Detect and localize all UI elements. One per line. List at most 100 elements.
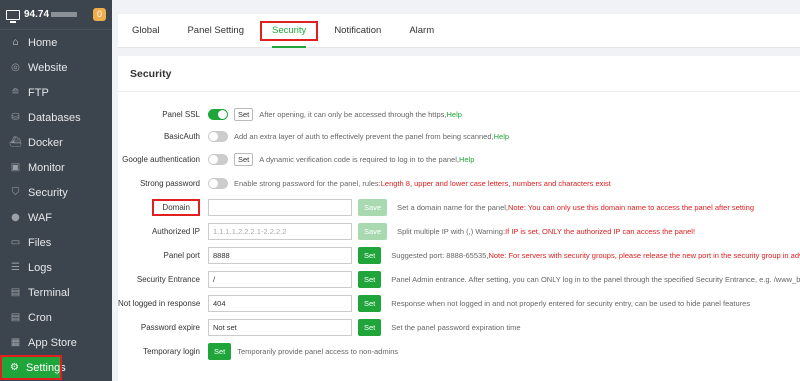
authorized-ip-label: Authorized IP xyxy=(151,226,200,236)
monitor-chart-icon: ▣ xyxy=(10,162,21,173)
logs-icon: ☰ xyxy=(11,262,20,273)
sidebar-item-monitor[interactable]: ▣ Monitor xyxy=(0,155,112,180)
sidebar-item-waf[interactable]: ● WAF xyxy=(0,205,112,230)
sidebar-item-label: Cron xyxy=(28,311,52,324)
not-logged-response-set-button[interactable]: Set xyxy=(358,294,382,312)
sidebar-item-label: Monitor xyxy=(28,161,65,174)
sidebar-item-label: App Store xyxy=(28,336,77,349)
temporary-login-desc: Temporarily provide panel access to non-… xyxy=(237,346,399,356)
google-auth-help-link[interactable]: Help xyxy=(459,155,474,164)
google-auth-toggle[interactable] xyxy=(208,153,228,165)
security-entrance-desc: Panel Admin entrance. After setting, you… xyxy=(391,274,800,284)
tab-alarm[interactable]: Alarm xyxy=(395,14,448,48)
domain-label: Domain xyxy=(118,198,208,216)
basic-auth-desc: Add an extra layer of auth to effectivel… xyxy=(234,131,494,141)
gear-icon: ⚙ xyxy=(10,362,19,373)
sidebar-item-label: Logs xyxy=(28,261,52,274)
panel-ssl-toggle[interactable] xyxy=(208,108,228,120)
password-expire-desc: Set the panel password expiration time xyxy=(391,322,521,332)
sidebar-item-logs[interactable]: ☰ Logs xyxy=(0,255,112,280)
folder-icon: ▭ xyxy=(10,237,21,248)
panel-port-set-button[interactable]: Set xyxy=(358,246,382,264)
password-expire-input[interactable]: Not set xyxy=(208,318,352,336)
grid-icon: ▦ xyxy=(10,337,21,348)
authorized-ip-save-button[interactable]: Save xyxy=(358,222,388,240)
authorized-ip-row: Authorized IP 1.1.1.1,2.2.2.1-2.2.2.2 Sa… xyxy=(118,221,800,241)
panel-port-note: Note: For servers with security groups, … xyxy=(488,250,800,260)
google-auth-set-button[interactable]: Set xyxy=(234,152,254,166)
domain-note: Note: You can only use this domain name … xyxy=(508,202,755,212)
sidebar-item-app-store[interactable]: ▦ App Store xyxy=(0,330,112,355)
strong-password-label: Strong password xyxy=(139,178,200,188)
not-logged-response-row: Not logged in response 404 Set Response … xyxy=(118,293,800,313)
sidebar: 94.74 0 ⌂ Home ◎ Website ≘ FTP ⛁ Databases ⛴… xyxy=(0,0,112,381)
settings-tabs: Global Panel Setting Security Notificati… xyxy=(118,14,800,48)
globe-icon: ◎ xyxy=(11,62,20,73)
tab-security[interactable]: Security xyxy=(258,14,320,48)
basic-auth-help-link[interactable]: Help xyxy=(494,132,509,141)
server-header[interactable]: 94.74 0 xyxy=(0,0,112,30)
basic-auth-toggle[interactable] xyxy=(208,130,228,142)
sidebar-item-ftp[interactable]: ≘ FTP xyxy=(0,80,112,105)
sidebar-item-docker[interactable]: ⛴ Docker xyxy=(0,130,112,155)
server-ip: 94.74 xyxy=(24,9,50,20)
database-icon: ⛁ xyxy=(11,112,20,123)
tab-global[interactable]: Global xyxy=(118,14,173,48)
strong-password-toggle[interactable] xyxy=(208,177,228,189)
sidebar-item-files[interactable]: ▭ Files xyxy=(0,230,112,255)
sidebar-item-databases[interactable]: ⛁ Databases xyxy=(0,105,112,130)
sidebar-item-terminal[interactable]: ▤ Terminal xyxy=(0,280,112,305)
sidebar-item-label: Databases xyxy=(28,111,81,124)
panel-port-desc: Suggested port: 8888-65535, xyxy=(391,250,489,260)
not-logged-response-label: Not logged in response xyxy=(118,298,201,308)
security-entrance-label: Security Entrance xyxy=(136,274,200,284)
waf-icon: ● xyxy=(11,212,20,223)
panel-port-label: Panel port xyxy=(163,250,200,260)
google-auth-row: Google authentication Set A dynamic veri… xyxy=(118,149,800,169)
sidebar-item-home[interactable]: ⌂ Home xyxy=(0,30,112,55)
panel-ssl-label: Panel SSL xyxy=(162,109,200,119)
temporary-login-row: Temporary login Set Temporarily provide … xyxy=(118,341,800,361)
domain-row: Domain Save Set a domain name for the pa… xyxy=(118,197,800,217)
panel-port-row: Panel port 8888 Set Suggested port: 8888… xyxy=(118,245,800,265)
tab-notification[interactable]: Notification xyxy=(320,14,395,48)
sidebar-item-label: Files xyxy=(28,236,52,249)
password-expire-set-button[interactable]: Set xyxy=(358,318,382,336)
highlight-box xyxy=(259,20,319,41)
sidebar-item-label: WAF xyxy=(28,211,53,224)
temporary-login-set-button[interactable]: Set xyxy=(208,342,232,360)
security-entrance-set-button[interactable]: Set xyxy=(358,270,382,288)
security-panel: Security Panel SSL Set After opening, it… xyxy=(118,56,800,381)
notification-badge[interactable]: 0 xyxy=(93,8,106,21)
sidebar-item-settings[interactable]: ⚙ Settings xyxy=(0,355,66,380)
panel-ssl-help-link[interactable]: Help xyxy=(446,110,461,119)
sidebar-item-label: Security xyxy=(28,186,68,199)
domain-desc: Set a domain name for the panel, xyxy=(397,202,509,212)
sidebar-item-label: Settings xyxy=(25,361,66,374)
panel-port-input[interactable]: 8888 xyxy=(208,246,352,264)
sidebar-item-website[interactable]: ◎ Website xyxy=(0,55,112,80)
docker-icon: ⛴ xyxy=(9,137,22,148)
not-logged-response-input[interactable]: 404 xyxy=(208,294,352,312)
shield-icon: ⛉ xyxy=(11,187,20,198)
sidebar-item-label: Terminal xyxy=(28,286,70,299)
security-entrance-input[interactable]: / xyxy=(208,270,352,288)
panel-ssl-desc: After opening, it can only be accessed t… xyxy=(259,109,447,119)
sidebar-item-label: FTP xyxy=(28,86,49,99)
sidebar-item-security[interactable]: ⛉ Security xyxy=(0,180,112,205)
tab-panel-setting[interactable]: Panel Setting xyxy=(173,14,258,48)
panel-title: Security xyxy=(118,56,800,92)
password-expire-row: Password expire Not set Set Set the pane… xyxy=(118,317,800,337)
domain-input[interactable] xyxy=(208,198,352,216)
temporary-login-label: Temporary login xyxy=(143,346,200,356)
google-auth-label: Google authentication xyxy=(122,154,200,164)
domain-save-button[interactable]: Save xyxy=(358,198,388,216)
sidebar-item-cron[interactable]: ▤ Cron xyxy=(0,305,112,330)
home-icon: ⌂ xyxy=(12,37,19,48)
authorized-ip-input[interactable]: 1.1.1.1,2.2.2.1-2.2.2.2 xyxy=(208,222,352,240)
password-expire-label: Password expire xyxy=(140,322,200,332)
sidebar-item-label: Docker xyxy=(28,136,63,149)
terminal-icon: ▤ xyxy=(10,287,21,298)
panel-ssl-set-button[interactable]: Set xyxy=(234,107,254,121)
sidebar-item-label: Home xyxy=(28,36,58,49)
